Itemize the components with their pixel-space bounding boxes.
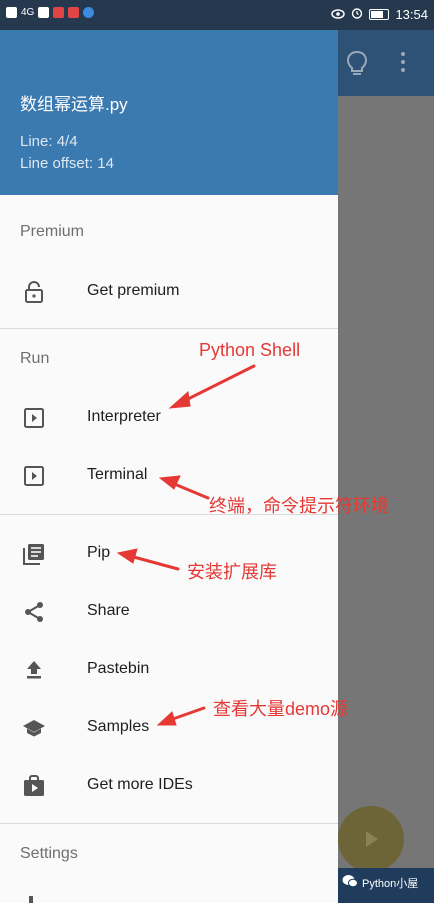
play-box-icon	[24, 466, 44, 486]
lock-icon	[25, 281, 43, 303]
school-icon	[23, 720, 45, 737]
app-notification-icon-2	[68, 7, 80, 18]
drawer-header: 数组幂运算.py Line: 4/4 Line offset: 14	[0, 30, 338, 195]
play-box-icon	[24, 408, 44, 428]
annotation-python-shell: Python Shell	[199, 340, 301, 360]
section-title-run: Run	[20, 350, 50, 367]
menu-label: Get more IDEs	[87, 776, 193, 793]
line-info: Line: 4/4	[20, 133, 78, 150]
menu-item-get-more-ides[interactable]: Get more IDEs	[0, 760, 338, 812]
upload-icon	[27, 661, 41, 679]
library-books-icon	[23, 544, 44, 565]
menu-item-pip[interactable]: Pip	[0, 528, 338, 580]
line-offset: Line offset: 14	[20, 155, 114, 172]
divider	[0, 823, 338, 824]
shop-icon	[24, 775, 44, 796]
file-name: 数组幂运算.py	[20, 95, 128, 114]
menu-label: Get premium	[87, 282, 180, 299]
menu-item-pastebin[interactable]: Pastebin	[0, 644, 338, 696]
menu-label: Interpreter	[87, 408, 161, 425]
menu-label: Pip	[87, 544, 111, 561]
menu-label: Samples	[87, 718, 150, 735]
wechat-icon	[38, 7, 50, 18]
menu-label: Terminal	[87, 466, 148, 483]
eye-icon	[331, 7, 346, 22]
alarm-icon	[351, 7, 363, 22]
status-icons-left: 4G	[6, 7, 95, 18]
browser-icon	[83, 7, 95, 18]
settings-item-icon-partial	[29, 896, 33, 903]
wechat-logo-icon	[342, 874, 358, 891]
watermark: Python小屋	[342, 874, 418, 891]
share-icon	[25, 602, 43, 622]
clock: 13:54	[395, 7, 428, 22]
section-title-premium: Premium	[20, 223, 85, 240]
network-type: 4G	[21, 7, 35, 18]
menu-item-get-premium[interactable]: Get premium	[0, 266, 338, 318]
navigation-drawer: 数组幂运算.py Line: 4/4 Line offset: 14 Premi…	[0, 30, 338, 903]
status-bar: 4G 13:54	[0, 0, 434, 30]
app-notification-icon	[53, 7, 65, 18]
watermark-text: Python小屋	[362, 877, 419, 890]
menu-label: Share	[87, 602, 130, 619]
section-title-settings: Settings	[20, 845, 78, 862]
battery-icon	[369, 9, 390, 20]
menu-item-interpreter[interactable]: Interpreter	[0, 392, 338, 444]
status-icons-right: 13:54	[331, 7, 428, 22]
play-icon	[366, 831, 378, 847]
annotation-samples: 查看大量demo源	[213, 699, 349, 719]
annotation-pip: 安装扩展库	[187, 562, 277, 582]
divider	[0, 328, 338, 329]
hd-icon	[6, 7, 17, 18]
menu-label: Pastebin	[87, 660, 150, 677]
more-options-icon[interactable]	[401, 52, 405, 76]
run-fab-button[interactable]	[338, 806, 404, 872]
lightbulb-icon[interactable]	[346, 50, 368, 83]
menu-item-share[interactable]: Share	[0, 586, 338, 638]
annotation-terminal: 终端，命令提示符环境	[209, 496, 389, 516]
